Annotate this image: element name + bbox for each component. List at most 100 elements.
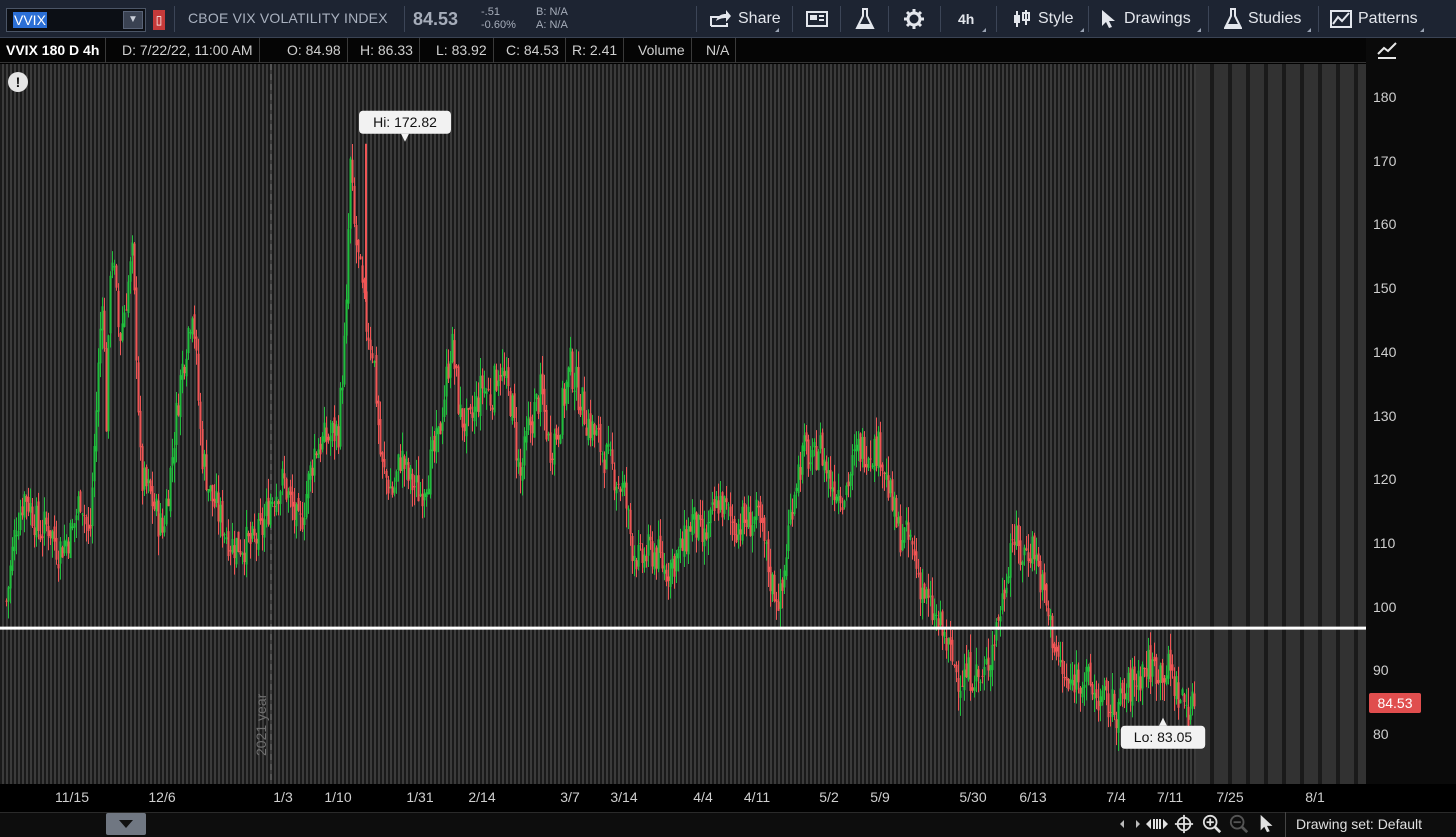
alert-flag-icon[interactable]: ▯	[153, 10, 165, 30]
session-stripe	[886, 64, 888, 784]
candle-body	[137, 362, 140, 413]
chevron-down-icon[interactable]: ▼	[123, 11, 143, 29]
session-stripe	[670, 64, 672, 784]
session-stripe	[826, 64, 828, 784]
candle-body	[267, 497, 270, 525]
cursor-icon[interactable]	[1257, 814, 1277, 834]
candle-body	[867, 458, 870, 468]
candle-body	[741, 506, 744, 541]
candle-body	[755, 499, 758, 521]
price-chart[interactable]: 2021 year Hi: 172.82 Lo: 83.05	[0, 64, 1366, 784]
scroll-arrows-icon[interactable]	[1118, 814, 1142, 834]
candle-body	[1163, 678, 1166, 683]
style-button[interactable]: Style	[1012, 0, 1084, 38]
candle-body	[769, 566, 772, 592]
candle-body	[903, 527, 906, 543]
candle-body	[293, 501, 296, 520]
candle-body	[897, 517, 900, 524]
symbol-input[interactable]: VVIX ▼	[6, 8, 146, 32]
candle-body	[15, 535, 18, 537]
chart-panel-icon[interactable]	[1376, 40, 1398, 62]
date-label: D: 7/22/22, 11:00 AM	[116, 38, 260, 63]
session-stripe	[214, 64, 216, 784]
candle-body	[421, 493, 424, 507]
aggregation-button[interactable]: 4h	[958, 0, 987, 38]
candle-body	[91, 487, 94, 527]
candle-body	[921, 587, 924, 604]
price-tick-label: 80	[1373, 726, 1389, 743]
flask-button[interactable]	[855, 0, 875, 38]
candle-body	[99, 328, 102, 364]
candle-body	[653, 552, 656, 570]
session-stripe	[286, 64, 288, 784]
candle-body	[733, 518, 736, 536]
candle-body	[747, 506, 750, 528]
settings-button[interactable]	[903, 0, 925, 38]
session-stripe	[674, 64, 676, 784]
candle-body	[467, 408, 470, 410]
style-label: Style	[1038, 10, 1074, 27]
drawing-set-label[interactable]: Drawing set: Default	[1285, 812, 1422, 837]
session-stripe	[714, 64, 716, 784]
session-stripe	[994, 64, 996, 784]
candle-body	[929, 595, 932, 597]
session-stripe	[638, 64, 640, 784]
session-stripe	[862, 64, 864, 784]
session-stripe	[790, 64, 792, 784]
candle-body	[689, 526, 692, 532]
chevron-down-icon[interactable]	[119, 820, 133, 828]
candle-body	[1003, 589, 1006, 600]
session-stripe	[722, 64, 724, 784]
session-stripe	[142, 64, 144, 784]
candle-body	[225, 537, 228, 540]
candle-body	[341, 387, 344, 391]
flag-button[interactable]	[806, 0, 828, 38]
candle-body	[773, 574, 776, 602]
expand-horizontal-icon[interactable]	[1145, 814, 1169, 834]
patterns-button[interactable]: Patterns	[1330, 0, 1424, 38]
candle-body	[1129, 667, 1132, 702]
session-stripe	[934, 64, 936, 784]
session-stripe	[66, 64, 68, 784]
candle-body	[553, 433, 556, 465]
warning-icon[interactable]: !	[8, 72, 28, 92]
zoom-out-icon[interactable]	[1228, 814, 1250, 834]
candle-body	[535, 393, 538, 400]
session-stripe	[246, 64, 248, 784]
studies-button[interactable]: Studies	[1224, 0, 1312, 38]
range-label: R: 2.41	[566, 38, 625, 63]
candle-body	[865, 464, 868, 468]
candle-body	[831, 487, 834, 492]
candle-body	[139, 410, 142, 448]
session-stripe	[1042, 64, 1044, 784]
session-stripe	[78, 64, 80, 784]
session-stripe	[146, 64, 148, 784]
divider	[792, 6, 793, 32]
session-stripe	[642, 64, 644, 784]
drawings-button[interactable]: Drawings	[1100, 0, 1201, 38]
zoom-in-icon[interactable]	[1201, 814, 1223, 834]
candle-body	[389, 486, 392, 489]
session-stripe	[686, 64, 688, 784]
symbol-input-text[interactable]: VVIX	[13, 12, 47, 28]
candle-body	[661, 552, 664, 569]
session-stripe	[306, 64, 308, 784]
candle-body	[489, 394, 492, 406]
candle-body	[975, 664, 978, 682]
bid-ask-block: B: N/A A: N/A	[536, 6, 568, 32]
candle-body	[605, 444, 608, 470]
candle-body	[985, 658, 988, 665]
candle-body	[835, 496, 838, 503]
price-tick-label: 130	[1373, 407, 1397, 424]
studies-flask-icon	[1224, 8, 1242, 29]
patterns-label: Patterns	[1358, 10, 1418, 27]
chart-canvas[interactable]: 2021 year Hi: 172.82 Lo: 83.05	[0, 64, 1366, 784]
candle-body	[163, 526, 166, 533]
share-button[interactable]: Share	[708, 0, 781, 38]
candle-body	[885, 472, 888, 480]
crosshair-icon[interactable]	[1173, 814, 1195, 834]
candle-body	[477, 397, 480, 413]
session-stripe	[650, 64, 652, 784]
session-stripe	[566, 64, 568, 784]
session-stripe	[18, 64, 20, 784]
